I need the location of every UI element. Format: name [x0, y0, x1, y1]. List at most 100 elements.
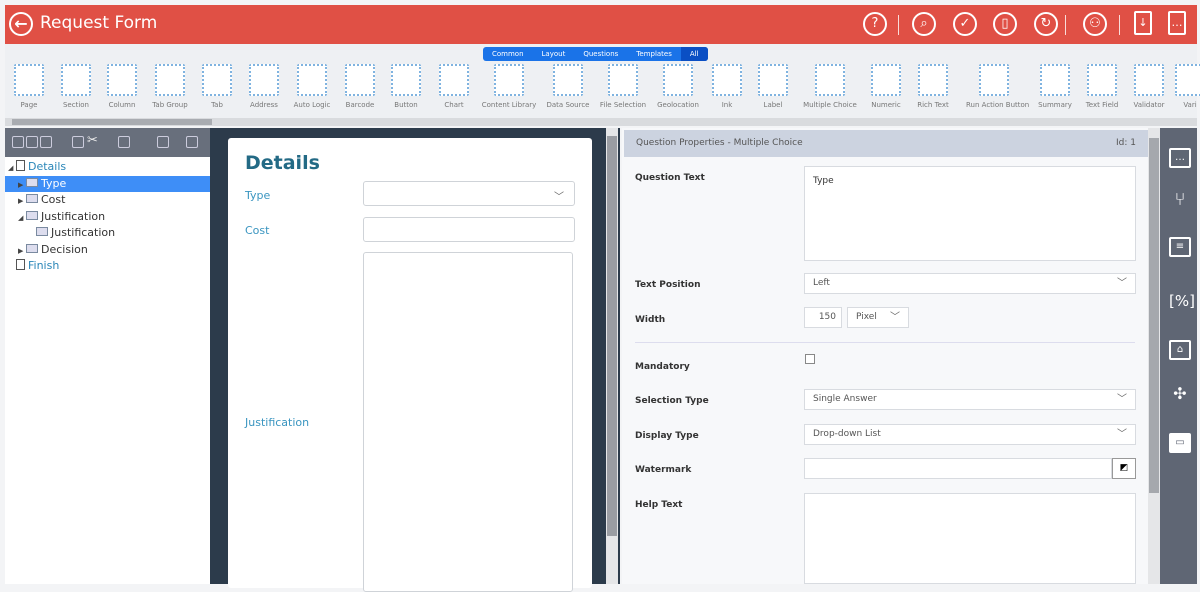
folder-icon[interactable]: ▭: [1169, 433, 1191, 453]
help-text-label: Help Text: [635, 500, 683, 510]
help-icon[interactable]: ?: [863, 12, 887, 36]
label-icon: [758, 64, 788, 96]
tool-geolocation[interactable]: Geolocation: [650, 62, 706, 109]
watermark-picker-icon[interactable]: ◩: [1112, 458, 1136, 479]
add-icon[interactable]: [157, 136, 169, 148]
tree-item[interactable]: ◢ Justification: [5, 209, 210, 225]
selection-type-dropdown[interactable]: Single Answer ﹀: [804, 389, 1136, 410]
text-field-icon: [1087, 64, 1117, 96]
file-selection-icon: [608, 64, 638, 96]
form-page: Details Type ﹀ Cost Justification: [228, 138, 592, 592]
collapsed-icon[interactable]: ▶: [18, 193, 26, 209]
chevron-down-icon: ﹀: [1117, 429, 1127, 440]
tree-item[interactable]: Justification: [5, 225, 210, 241]
content-library-icon: [494, 64, 524, 96]
tool-label: Vari: [1183, 101, 1197, 109]
export-icon[interactable]: ↓: [1134, 11, 1152, 35]
properties-header: Question Properties - Multiple Choice Id…: [624, 130, 1148, 157]
layout-2-icon[interactable]: [26, 136, 38, 148]
tool-label[interactable]: Label: [745, 62, 801, 109]
collapsed-icon[interactable]: ▶: [18, 243, 26, 259]
share-icon[interactable]: ⚇: [1083, 12, 1107, 36]
collapse-icon[interactable]: ✣: [1169, 386, 1191, 406]
properties-scroll-thumb[interactable]: [1149, 138, 1159, 493]
multiple-choice-icon: [815, 64, 845, 96]
tree-item-label: Cost: [41, 193, 66, 206]
layout-1-icon[interactable]: [12, 136, 24, 148]
text-position-label: Text Position: [635, 280, 701, 290]
watermark-input[interactable]: [804, 458, 1112, 479]
column-icon: [107, 64, 137, 96]
tab-all[interactable]: All: [680, 47, 708, 61]
remove-icon[interactable]: [186, 136, 198, 148]
text-position-dropdown[interactable]: Left ﹀: [804, 273, 1136, 294]
tool-data-source[interactable]: Data Source: [540, 62, 596, 109]
tree-item[interactable]: ▶ Cost: [5, 192, 210, 208]
formula-icon[interactable]: [%]: [1169, 294, 1195, 314]
question-text-input[interactable]: Type: [804, 166, 1136, 261]
width-input[interactable]: 150: [804, 307, 842, 328]
page-icon: [16, 259, 25, 270]
properties-panel: Question Properties - Multiple Choice Id…: [622, 128, 1160, 584]
tree-item[interactable]: Finish: [5, 258, 210, 274]
chevron-down-icon: ﹀: [554, 192, 564, 203]
tab-questions[interactable]: Questions: [574, 47, 627, 61]
section-icon: [61, 64, 91, 96]
justification-textarea[interactable]: [363, 252, 573, 592]
toolbar-scroll-thumb[interactable]: [12, 119, 212, 125]
bookmark-page-icon[interactable]: ⌂: [1169, 340, 1191, 360]
tool-label: Content Library: [481, 101, 537, 109]
cost-input[interactable]: [363, 217, 575, 242]
tool-run-action-button[interactable]: Run Action Button: [966, 62, 1029, 109]
tool-rich-text[interactable]: Rich Text: [905, 62, 961, 109]
validate-icon[interactable]: ✓: [953, 12, 977, 36]
tree-item[interactable]: ▶ Decision: [5, 242, 210, 258]
divider: [898, 15, 899, 35]
search-icon[interactable]: ⌕: [912, 12, 936, 36]
display-type-dropdown[interactable]: Drop-down List ﹀: [804, 424, 1136, 445]
tab-common[interactable]: Common: [483, 47, 533, 61]
tool-vari[interactable]: Vari: [1162, 62, 1200, 109]
input-icon[interactable]: …: [1169, 148, 1191, 168]
tool-chart[interactable]: Chart: [426, 62, 482, 109]
refresh-icon[interactable]: ↻: [1034, 12, 1058, 36]
chevron-down-icon: ﹀: [1117, 394, 1127, 405]
tool-multiple-choice[interactable]: Multiple Choice: [802, 62, 858, 109]
tab-layout[interactable]: Layout: [533, 47, 575, 61]
collapsed-icon[interactable]: ▶: [18, 177, 26, 193]
type-label: Type: [245, 189, 271, 202]
tool-label: Rich Text: [917, 101, 949, 109]
copy-icon[interactable]: [72, 136, 84, 148]
delete-icon[interactable]: [118, 136, 130, 148]
split-icon[interactable]: ⑂: [1169, 191, 1191, 212]
canvas-scroll-thumb[interactable]: [607, 136, 617, 536]
export-more-icon[interactable]: …: [1168, 11, 1186, 35]
divider: [1065, 15, 1066, 35]
tab-icon: [202, 64, 232, 96]
tree-item-label: Details: [28, 160, 67, 173]
tree-item[interactable]: ▶ Type: [5, 175, 210, 193]
watermark-label: Watermark: [635, 465, 692, 475]
tool-content-library[interactable]: Content Library: [481, 62, 537, 109]
preview-icon[interactable]: ▯: [993, 12, 1017, 36]
list-icon[interactable]: ≡: [1169, 237, 1191, 257]
question-icon: [26, 210, 38, 220]
back-arrow-icon[interactable]: ←: [9, 12, 33, 36]
tool-file-selection[interactable]: File Selection: [595, 62, 651, 109]
page-icon: [16, 160, 25, 171]
expanded-icon[interactable]: ◢: [18, 210, 26, 226]
display-type-value: Drop-down List: [813, 429, 881, 439]
cost-label: Cost: [245, 224, 270, 237]
expanded-icon[interactable]: ◢: [8, 160, 16, 176]
tab-templates[interactable]: Templates: [627, 47, 681, 61]
help-text-input[interactable]: [804, 493, 1136, 584]
mandatory-checkbox[interactable]: [805, 354, 815, 364]
tree-item-label: Finish: [28, 259, 60, 272]
layout-3-icon[interactable]: [40, 136, 52, 148]
type-dropdown[interactable]: ﹀: [363, 181, 575, 206]
tree-item[interactable]: ◢ Details: [5, 159, 210, 175]
cut-icon[interactable]: ✂: [87, 133, 98, 148]
outline-panel: ✂ ◢ Details ▶ Type ▶ Cost ◢ Justification Justif…: [5, 128, 210, 584]
width-unit-dropdown[interactable]: Pixel ﹀: [847, 307, 909, 328]
properties-title: Question Properties - Multiple Choice: [636, 138, 803, 148]
